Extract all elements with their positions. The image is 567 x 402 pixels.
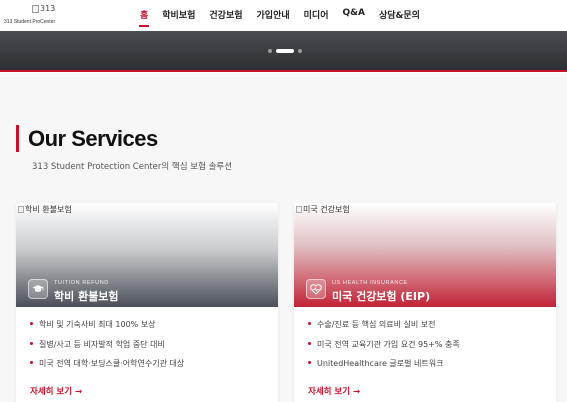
feature-item: 미국 전역 교육기관 가입 요건 95+% 충족 xyxy=(308,339,460,359)
card-title: 미국 건강보험 (EIP) xyxy=(332,290,431,303)
nav-item-media[interactable]: 미디어 xyxy=(304,8,329,21)
logo-image[interactable]: 313 xyxy=(32,4,55,13)
nav-item-health[interactable]: 건강보험 xyxy=(209,8,242,21)
feature-item: UnitedHealthcare 글로벌 네트워크 xyxy=(308,358,460,378)
card-small-label: TUITION REFUND xyxy=(54,280,109,286)
card-small-label: US HEALTH INSURANCE xyxy=(332,280,408,286)
card-image-alt: 미국 건강보험 xyxy=(296,204,350,215)
nav-item-contact[interactable]: 상담&문의 xyxy=(379,8,420,21)
feature-item: 미국 전역 대학·보딩스쿨·어학연수기관 대상 xyxy=(30,358,184,378)
more-link[interactable]: 자세히 보기 → xyxy=(308,385,360,397)
section-title: Our Services xyxy=(28,126,158,151)
nav-item-tuition[interactable]: 학비보험 xyxy=(162,8,195,21)
more-link[interactable]: 자세히 보기 → xyxy=(30,385,82,397)
broken-image-icon xyxy=(18,206,24,213)
logo-text[interactable]: 313 Student ProCenter xyxy=(4,19,55,25)
nav-item-qa[interactable]: Q&A xyxy=(343,8,365,21)
section-subtitle: 313 Student Protection Center의 핵심 보험 솔루션 xyxy=(32,162,233,172)
card-image-alt-text: 미국 건강보험 xyxy=(303,205,350,214)
card-image: 학비 환불보험 TUITION REFUND 학비 환불보험 xyxy=(16,203,278,307)
card-title: 학비 환불보험 xyxy=(54,290,119,303)
services-section: Our Services 313 Student Protection Cent… xyxy=(0,73,567,402)
hero-slider xyxy=(0,31,567,72)
feature-list: 수술/진료 등 핵심 의료비 실비 보전 미국 전역 교육기관 가입 요건 95… xyxy=(308,319,460,378)
slider-dots xyxy=(268,49,302,53)
graduation-cap-icon xyxy=(28,279,48,299)
nav-item-enrollment[interactable]: 가입안내 xyxy=(257,8,290,21)
feature-item: 학비 및 기숙사비 최대 100% 보상 xyxy=(30,319,184,339)
slider-dot-1[interactable] xyxy=(268,49,272,53)
broken-image-icon xyxy=(32,4,39,13)
card-image-alt: 학비 환불보험 xyxy=(18,204,72,215)
nav-item-home[interactable]: 홈 xyxy=(138,8,150,27)
title-accent-bar xyxy=(16,125,19,152)
card-image-alt-text: 학비 환불보험 xyxy=(25,205,72,214)
main-nav: 홈 학비보험 건강보험 가입안내 미디어 Q&A 상담&문의 xyxy=(138,8,434,27)
feature-item: 수술/진료 등 핵심 의료비 실비 보전 xyxy=(308,319,460,339)
feature-list: 학비 및 기숙사비 최대 100% 보상 질병/사고 등 비자발적 학업 중단 … xyxy=(30,319,184,378)
heart-pulse-icon xyxy=(306,279,326,299)
slider-dot-2[interactable] xyxy=(276,49,294,53)
feature-item: 질병/사고 등 비자발적 학업 중단 대비 xyxy=(30,339,184,359)
service-card-health[interactable]: 미국 건강보험 US HEALTH INSURANCE 미국 건강보험 (EIP… xyxy=(294,203,556,402)
logo-alt-text: 313 xyxy=(40,4,56,13)
service-card-tuition[interactable]: 학비 환불보험 TUITION REFUND 학비 환불보험 학비 및 기숙사비… xyxy=(16,203,278,402)
slider-dot-3[interactable] xyxy=(298,49,302,53)
site-header: 313 313 Student ProCenter 홈 학비보험 건강보험 가입… xyxy=(0,0,567,31)
broken-image-icon xyxy=(296,206,302,213)
card-image: 미국 건강보험 US HEALTH INSURANCE 미국 건강보험 (EIP… xyxy=(294,203,556,307)
